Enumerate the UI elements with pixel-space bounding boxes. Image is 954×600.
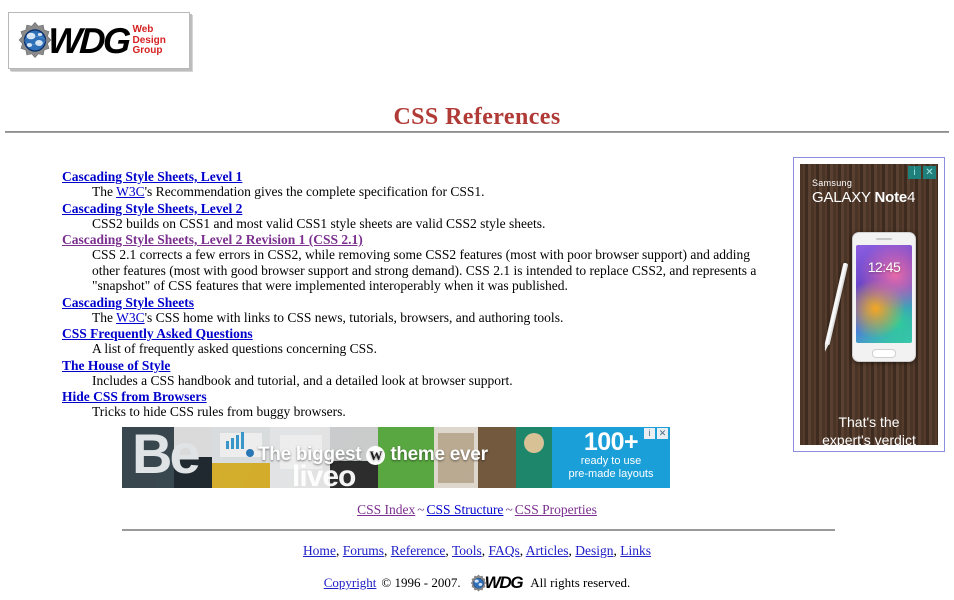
desc-text-before: The — [92, 309, 117, 325]
footer-wdg-wordmark: WDG — [484, 573, 524, 592]
brand-note: Note — [874, 189, 908, 206]
css-subnav: CSS Index ~ CSS Structure ~ CSS Properties — [0, 502, 954, 518]
stylus-pen-illustration — [824, 262, 849, 346]
banner-ad-left-panel[interactable]: liveo Be The biggest W theme ever — [122, 427, 552, 488]
adchoices-info-icon[interactable]: i — [908, 166, 921, 179]
subnav-link-css-index[interactable]: CSS Index — [357, 502, 415, 517]
close-icon[interactable]: ✕ — [657, 428, 668, 439]
logo-tagline-line3: Group — [132, 45, 163, 57]
sidebar-advertisement[interactable]: i ✕ Samsung GALAXY Note4 12:45 That's th… — [793, 157, 945, 452]
reference-description-css1: The W3C's Recommendation gives the compl… — [62, 184, 772, 200]
reference-description-css-home: The W3C's CSS home with links to CSS new… — [62, 310, 772, 326]
reference-description-hide-css: Tricks to hide CSS rules from buggy brow… — [92, 404, 346, 419]
phone-illustration: 12:45 — [852, 232, 916, 362]
reference-link-css-home[interactable]: Cascading Style Sheets — [62, 295, 194, 310]
site-footer-nav: Home, Forums, Reference, Tools, FAQs, Ar… — [0, 543, 954, 559]
phone-home-button — [872, 349, 896, 358]
subnav-separator: ~ — [505, 502, 513, 517]
sidebar-ad-controls: i ✕ — [908, 166, 936, 179]
nav-separator: , — [335, 543, 343, 558]
footer-divider — [122, 529, 835, 531]
copyright-years: © 1996 - 2007. — [381, 575, 461, 590]
reference-link-css21[interactable]: Cascading Style Sheets, Level 2 Revision… — [62, 232, 363, 247]
rights-reserved-text: All rights reserved. — [530, 575, 631, 590]
sidebar-ad-tagline: That's the expert's verdict — [800, 413, 938, 445]
logo-tagline-line1: Web — [132, 23, 154, 35]
reference-description-css2: CSS2 builds on CSS1 and most valid CSS1 … — [92, 215, 546, 231]
nav-link-forums[interactable]: Forums — [343, 543, 384, 558]
css-reference-list: Cascading Style Sheets, Level 1 The W3C'… — [62, 169, 772, 421]
tagline-line1: That's the — [838, 414, 900, 430]
brand-samsung: Samsung — [812, 178, 853, 188]
subnav-link-css-structure[interactable]: CSS Structure — [427, 502, 504, 517]
logo-tagline: Web Design Group — [132, 23, 166, 57]
desc-text-after: 's Recommendation gives the complete spe… — [144, 184, 485, 199]
desc-text-before: The — [92, 184, 117, 199]
nav-link-reference[interactable]: Reference — [391, 543, 446, 558]
wordpress-icon: W — [366, 445, 386, 465]
sidebar-ad-creative[interactable]: i ✕ Samsung GALAXY Note4 12:45 That's th… — [800, 164, 938, 445]
copyright-line: Copyright © 1996 - 2007. WDG All rights … — [0, 573, 954, 593]
nav-link-design[interactable]: Design — [575, 543, 613, 558]
site-logo[interactable]: WDG Web Design Group — [8, 12, 190, 69]
sidebar-ad-brand: Samsung GALAXY Note4 — [812, 178, 915, 206]
copyright-link[interactable]: Copyright — [324, 575, 377, 591]
nav-link-tools[interactable]: Tools — [452, 543, 482, 558]
nav-separator: , — [383, 543, 391, 558]
reference-link-css-faq[interactable]: CSS Frequently Asked Questions — [62, 326, 253, 341]
subnav-separator: ~ — [417, 502, 425, 517]
banner-sub-line1: ready to use — [580, 455, 642, 467]
brand-galaxy: GALAXY — [812, 189, 871, 206]
phone-speaker — [876, 238, 892, 240]
nav-link-articles[interactable]: Articles — [526, 543, 569, 558]
be-theme-logo: Be — [132, 427, 201, 485]
brand-version: 4 — [907, 189, 916, 206]
phone-clock-time: 12:45 — [867, 259, 901, 275]
banner-ad-controls: i ✕ — [644, 428, 668, 439]
adchoices-info-icon[interactable]: i — [644, 428, 655, 439]
desc-text-after: 's CSS home with links to CSS news, tuto… — [144, 309, 564, 325]
footer-wdg-logo: WDG — [469, 573, 524, 593]
brand-product: GALAXY Note4 — [812, 189, 915, 206]
reference-link-css2[interactable]: Cascading Style Sheets, Level 2 — [62, 201, 242, 216]
reference-link-css1[interactable]: Cascading Style Sheets, Level 1 — [62, 169, 242, 184]
reference-description-house-of-style: Includes a CSS handbook and tutorial, an… — [92, 372, 513, 388]
nav-link-links[interactable]: Links — [620, 543, 651, 558]
reference-description-css-faq: A list of frequently asked questions con… — [92, 341, 377, 356]
header-divider — [5, 131, 949, 133]
nav-link-home[interactable]: Home — [303, 543, 336, 558]
wdg-gear-globe-icon — [469, 573, 488, 593]
logo-wordmark: WDG — [46, 19, 130, 61]
headline-text-before: The biggest — [258, 444, 362, 465]
headline-text-after: theme ever — [390, 444, 488, 465]
phone-screen: 12:45 — [856, 245, 912, 343]
page-title: CSS References — [393, 104, 561, 131]
subnav-link-css-properties[interactable]: CSS Properties — [515, 502, 597, 517]
tagline-line2: expert's verdict — [822, 432, 916, 445]
w3c-link[interactable]: W3C — [116, 184, 145, 199]
close-icon[interactable]: ✕ — [923, 166, 936, 179]
banner-headline: The biggest W theme ever — [258, 444, 488, 466]
banner-advertisement[interactable]: liveo Be The biggest W theme ever 100+ r… — [122, 427, 670, 488]
reference-link-hide-css[interactable]: Hide CSS from Browsers — [62, 389, 207, 404]
banner-sub-line2: pre-made layouts — [568, 468, 654, 480]
logo-tagline-line2: Design — [132, 34, 166, 46]
nav-separator: , — [481, 543, 489, 558]
nav-link-faqs[interactable]: FAQs — [489, 543, 520, 558]
w3c-link[interactable]: W3C — [116, 310, 145, 325]
reference-link-house-of-style[interactable]: The House of Style — [62, 358, 170, 373]
reference-description-css21: CSS 2.1 corrects a few errors in CSS2, w… — [92, 247, 757, 293]
